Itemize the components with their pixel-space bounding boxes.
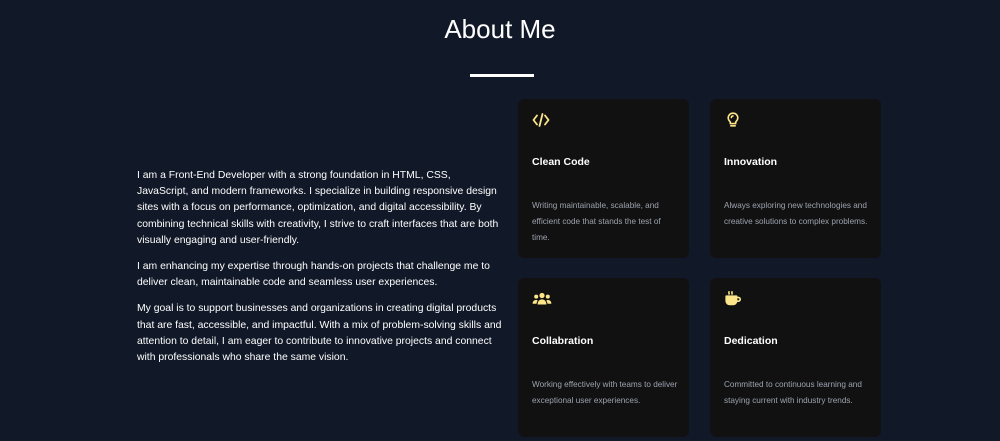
code-icon (532, 111, 550, 129)
about-section: About Me I am a Front-End Developer with… (0, 0, 1000, 441)
card-description: Always exploring new technologies and cr… (724, 201, 868, 226)
card-title: Dedication (724, 335, 778, 347)
card-description: Working effectively with teams to delive… (532, 380, 678, 405)
about-text: I am a Front-End Developer with a strong… (137, 168, 503, 376)
title-underline (470, 74, 534, 77)
about-paragraph: I am a Front-End Developer with a strong… (137, 170, 499, 246)
card-collabration: Collabration Working effectively with te… (518, 278, 689, 437)
about-paragraph: My goal is to support businesses and org… (137, 303, 502, 364)
card-dedication: Dedication Committed to continuous learn… (710, 278, 881, 437)
card-innovation: Innovation Always exploring new technolo… (710, 99, 881, 258)
section-title: About Me (444, 14, 556, 44)
users-icon (532, 290, 552, 308)
card-description: Writing maintainable, scalable, and effi… (532, 201, 661, 242)
card-title: Collabration (532, 335, 594, 347)
coffee-icon (724, 290, 742, 308)
card-title: Innovation (724, 156, 778, 168)
card-clean-code: Clean Code Writing maintainable, scalabl… (518, 99, 689, 258)
card-description: Committed to continuous learning and sta… (724, 380, 862, 405)
card-title: Clean Code (532, 156, 590, 168)
lightbulb-icon (724, 111, 742, 129)
about-paragraph: I am enhancing my expertise through hand… (137, 261, 490, 289)
